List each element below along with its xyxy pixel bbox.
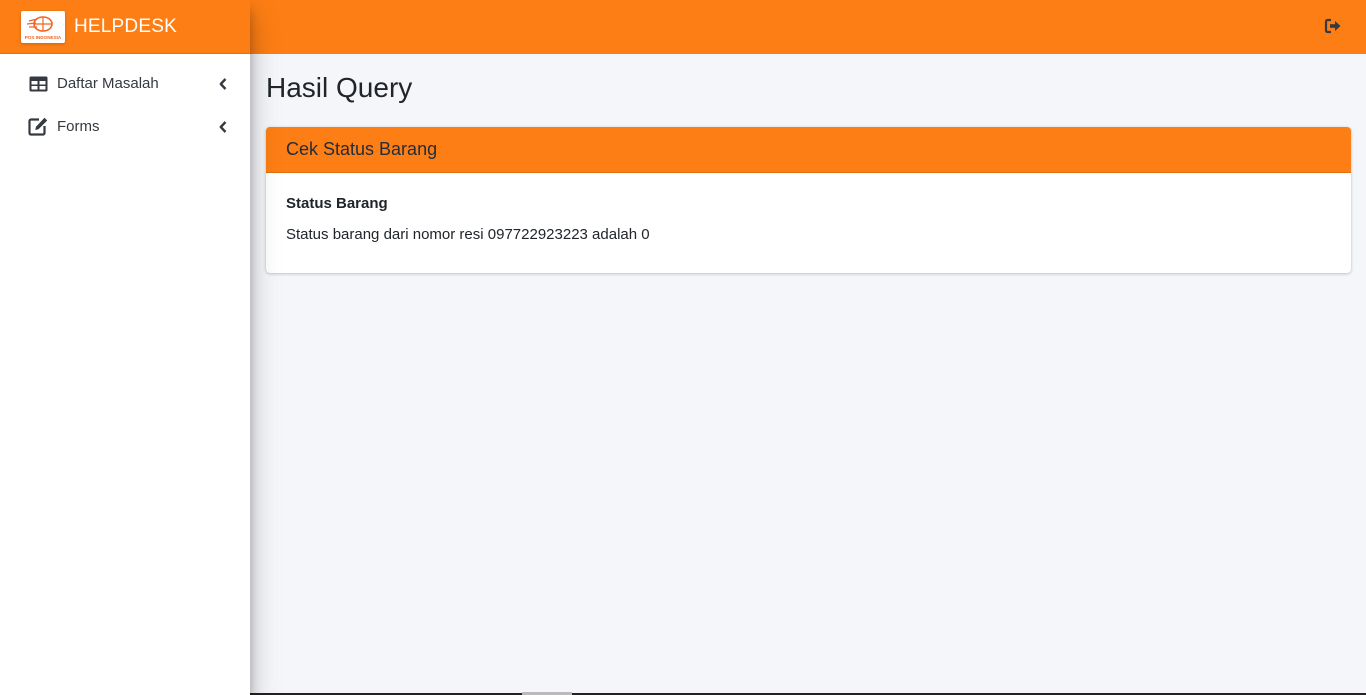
svg-text:POS INDONESIA: POS INDONESIA bbox=[25, 35, 62, 40]
pos-indonesia-logo: POS INDONESIA bbox=[21, 10, 65, 43]
sidebar: POS INDONESIA HELPDESK Daftar Masalah Fo… bbox=[0, 0, 250, 695]
top-navbar bbox=[250, 0, 1366, 54]
status-card: Cek Status Barang Status Barang Status b… bbox=[266, 127, 1351, 273]
brand-name: HELPDESK bbox=[74, 15, 177, 37]
sidebar-item-label: Forms bbox=[57, 118, 100, 135]
sidebar-nav: Daftar Masalah Forms bbox=[0, 54, 250, 148]
brand-link[interactable]: POS INDONESIA HELPDESK bbox=[0, 0, 250, 54]
sign-out-icon[interactable] bbox=[1324, 17, 1342, 35]
chevron-left-icon bbox=[218, 77, 228, 91]
sidebar-item-daftar-masalah[interactable]: Daftar Masalah bbox=[0, 62, 250, 105]
page-title: Hasil Query bbox=[266, 72, 413, 103]
chevron-left-icon bbox=[218, 120, 228, 134]
card-body: Status Barang Status barang dari nomor r… bbox=[266, 173, 1351, 273]
card-subtitle: Status Barang bbox=[286, 195, 388, 212]
main-content: Hasil Query Cek Status Barang Status Bar… bbox=[266, 54, 1351, 273]
status-result-text: Status barang dari nomor resi 0977229232… bbox=[286, 226, 650, 243]
edit-icon bbox=[28, 117, 48, 137]
sidebar-item-forms[interactable]: Forms bbox=[0, 105, 250, 148]
sidebar-item-label: Daftar Masalah bbox=[57, 75, 159, 92]
card-header: Cek Status Barang bbox=[266, 127, 1351, 173]
table-icon bbox=[28, 74, 48, 94]
